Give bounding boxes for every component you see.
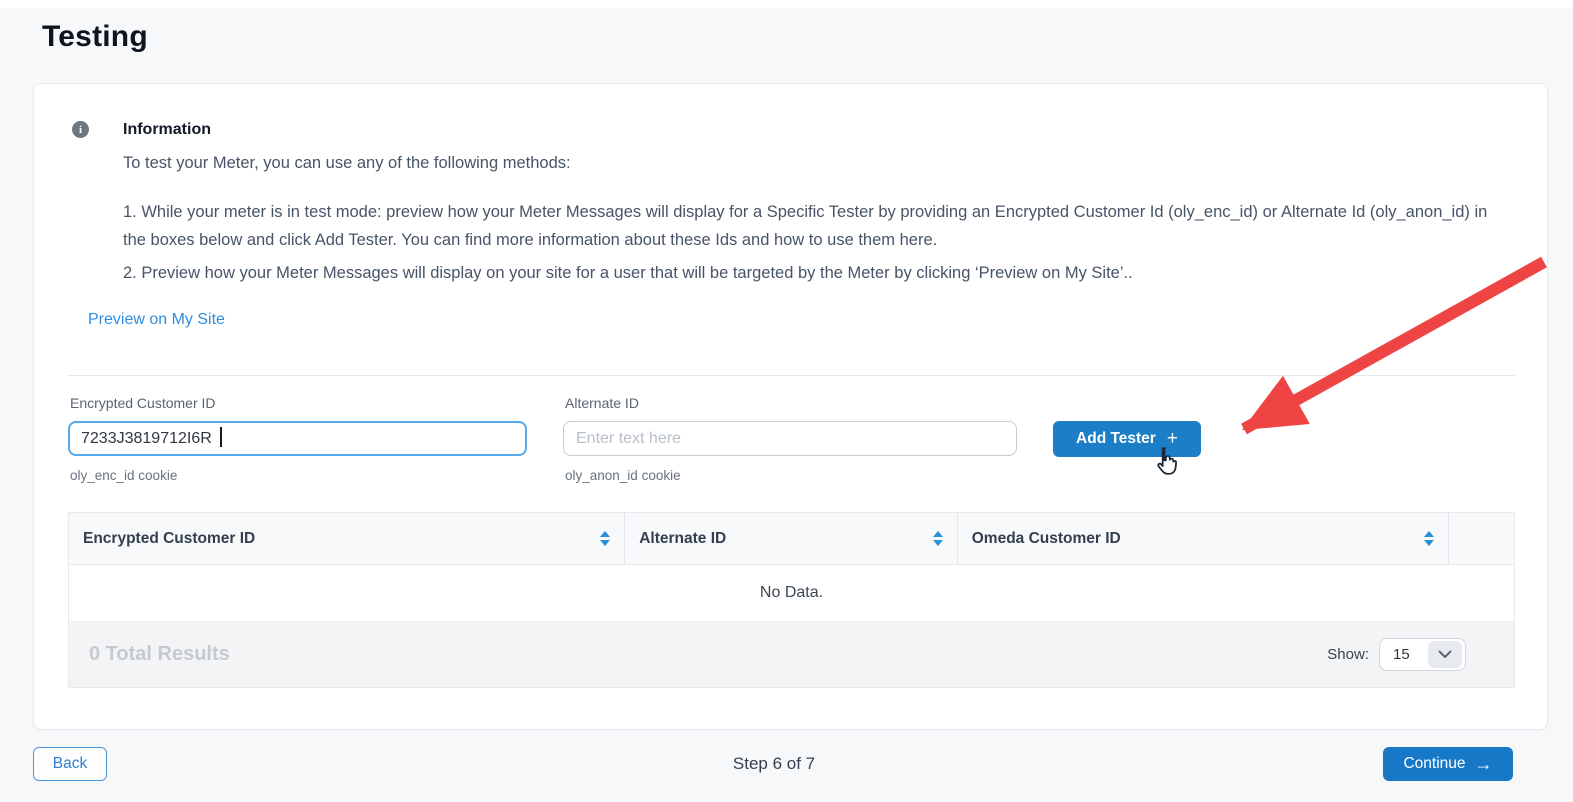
testers-table: Encrypted Customer ID Alternate ID Omeda…	[68, 512, 1515, 688]
encrypted-customer-id-helper: oly_enc_id cookie	[70, 468, 527, 483]
column-header-alternate-id[interactable]: Alternate ID	[625, 513, 958, 564]
text-caret	[220, 427, 222, 447]
encrypted-customer-id-label: Encrypted Customer ID	[70, 395, 527, 412]
information-section: i Information To test your Meter, you ca…	[72, 120, 1512, 287]
alternate-id-input[interactable]	[563, 421, 1017, 456]
info-method-2-text: 2. Preview how your Meter Messages will …	[123, 259, 1512, 287]
section-divider	[68, 375, 1515, 376]
page-size-select[interactable]: 15	[1379, 638, 1466, 671]
alternate-id-helper: oly_anon_id cookie	[565, 468, 1017, 483]
sort-icon[interactable]	[600, 531, 610, 546]
alternate-id-label: Alternate ID	[565, 395, 1017, 412]
back-button[interactable]: Back	[33, 747, 107, 781]
testing-card: i Information To test your Meter, you ca…	[33, 83, 1548, 730]
no-data-text: No Data.	[760, 584, 823, 602]
information-text: Information To test your Meter, you can …	[123, 120, 1512, 287]
continue-button[interactable]: Continue →	[1383, 747, 1513, 781]
alternate-id-group: Alternate ID oly_anon_id cookie	[563, 395, 1017, 483]
info-icon: i	[72, 121, 89, 138]
page-title: Testing	[42, 20, 1573, 54]
information-heading: Information	[123, 120, 1512, 140]
plus-icon: +	[1167, 429, 1178, 448]
page-size-control: Show: 15	[1327, 638, 1466, 671]
add-tester-label: Add Tester	[1076, 430, 1156, 448]
column-header-label: Alternate ID	[639, 530, 726, 548]
column-header-actions	[1449, 513, 1514, 564]
info-method-1-text: 1. While your meter is in test mode: pre…	[123, 198, 1512, 254]
tester-form: Encrypted Customer ID oly_enc_id cookie …	[68, 395, 1201, 483]
encrypted-customer-id-group: Encrypted Customer ID oly_enc_id cookie	[68, 395, 527, 483]
top-strip	[0, 0, 1573, 8]
sort-icon[interactable]	[1424, 531, 1434, 546]
add-tester-button[interactable]: Add Tester +	[1053, 421, 1201, 457]
wizard-navigation: Back Step 6 of 7 Continue →	[33, 747, 1515, 781]
encrypted-customer-id-input[interactable]	[68, 421, 527, 456]
column-header-label: Encrypted Customer ID	[83, 530, 255, 548]
column-header-label: Omeda Customer ID	[972, 530, 1121, 548]
column-header-encrypted-customer-id[interactable]: Encrypted Customer ID	[69, 513, 625, 564]
step-indicator: Step 6 of 7	[733, 754, 815, 774]
show-label: Show:	[1327, 646, 1369, 663]
table-empty-row: No Data.	[69, 565, 1514, 622]
arrow-right-icon: →	[1475, 755, 1493, 773]
column-header-omeda-customer-id[interactable]: Omeda Customer ID	[958, 513, 1449, 564]
preview-on-my-site-link[interactable]: Preview on My Site	[88, 311, 225, 329]
table-header-row: Encrypted Customer ID Alternate ID Omeda…	[69, 513, 1514, 565]
chevron-down-icon	[1428, 641, 1462, 668]
info-intro-text: To test your Meter, you can use any of t…	[123, 153, 1512, 173]
continue-label: Continue	[1403, 755, 1465, 773]
page-size-value: 15	[1380, 646, 1428, 663]
sort-icon[interactable]	[933, 531, 943, 546]
table-footer: 0 Total Results Show: 15	[69, 622, 1514, 687]
total-results-text: 0 Total Results	[89, 643, 230, 666]
